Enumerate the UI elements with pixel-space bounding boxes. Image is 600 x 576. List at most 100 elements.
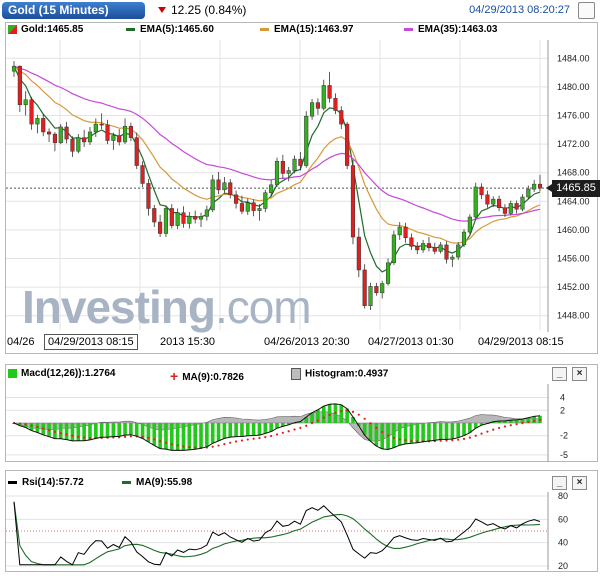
candle-body bbox=[234, 194, 239, 204]
legend-gold: Gold:1465.85 bbox=[8, 24, 83, 35]
legend-ema35: EMA(35):1463.03 bbox=[404, 24, 497, 35]
candle-body bbox=[23, 99, 28, 106]
signal-dot bbox=[410, 439, 413, 443]
rsi-swatch-icon bbox=[8, 480, 17, 484]
macd-bar bbox=[222, 423, 227, 439]
signal-dot bbox=[404, 439, 407, 442]
macd-bar bbox=[199, 423, 203, 449]
y-tick-label: 2 bbox=[560, 405, 565, 415]
legend-macd: Macd(12,26)):1.2764 bbox=[8, 368, 116, 379]
legend-macd-hist: Histogram:0.4937 bbox=[291, 368, 388, 380]
y-tick-label: 1484.00 bbox=[557, 53, 590, 63]
legend-macd-text: Macd(12,26)):1.2764 bbox=[21, 368, 116, 379]
candle-body bbox=[491, 198, 496, 205]
signal-dot bbox=[18, 422, 21, 425]
macd-bar bbox=[193, 423, 197, 450]
candle-body bbox=[99, 123, 104, 126]
candle-body bbox=[409, 237, 414, 247]
signal-dot bbox=[223, 443, 226, 446]
candle-body bbox=[64, 126, 69, 140]
candle-body bbox=[532, 183, 537, 190]
macd-histogram-swatch-icon bbox=[8, 368, 17, 378]
macd-bar bbox=[456, 423, 460, 438]
macd-bar bbox=[169, 423, 174, 451]
macd-bar bbox=[438, 423, 443, 440]
macd-bar bbox=[70, 423, 75, 441]
signal-dot bbox=[234, 440, 238, 443]
signal-dot bbox=[386, 434, 390, 437]
candle-body bbox=[269, 184, 274, 193]
candle-body bbox=[181, 212, 186, 224]
y-tick-label: 1460.00 bbox=[557, 225, 590, 235]
macd-bar bbox=[392, 423, 396, 448]
candle-body bbox=[210, 179, 215, 211]
signal-dot bbox=[246, 438, 249, 441]
signal-dot bbox=[340, 410, 343, 413]
candle-body bbox=[274, 161, 280, 186]
candle-body bbox=[298, 158, 303, 166]
x-axis-label: 04/29/2013 08:15 bbox=[478, 336, 564, 348]
signal-dot bbox=[30, 424, 33, 427]
current-price-tag: 1465.85 bbox=[546, 180, 600, 197]
candle-body bbox=[286, 170, 291, 174]
x-axis-label: 04/26/2013 20:30 bbox=[264, 336, 350, 348]
macd-bar bbox=[257, 423, 262, 436]
signal-dot bbox=[240, 439, 244, 442]
macd-bar bbox=[111, 423, 116, 437]
signal-dot bbox=[217, 444, 220, 447]
y-tick-label: 80 bbox=[558, 491, 568, 501]
y-tick-label: 1476.00 bbox=[557, 111, 590, 121]
candle-body bbox=[117, 135, 122, 143]
rsi-minimize-button[interactable]: _ bbox=[552, 476, 567, 490]
macd-bar bbox=[263, 423, 268, 434]
macd-bar bbox=[421, 423, 425, 442]
signal-dot bbox=[281, 431, 284, 434]
candle-body bbox=[128, 125, 133, 138]
candle-body bbox=[385, 262, 391, 284]
candle-body bbox=[175, 212, 180, 226]
macd-bar bbox=[187, 423, 192, 450]
signal-dot bbox=[293, 428, 296, 431]
candle-body bbox=[251, 202, 256, 211]
ema35-swatch-icon bbox=[404, 27, 413, 31]
legend-gold-text: Gold:1465.85 bbox=[21, 24, 84, 35]
macd-close-button[interactable]: × bbox=[572, 367, 587, 381]
candle-body bbox=[87, 131, 93, 143]
rsi-close-button[interactable]: × bbox=[572, 476, 587, 490]
candle-body bbox=[82, 137, 87, 143]
signal-dot bbox=[328, 413, 331, 417]
candle-body bbox=[321, 85, 326, 109]
signal-dot bbox=[503, 425, 507, 428]
candle-body bbox=[17, 65, 22, 106]
signal-dot bbox=[129, 435, 132, 438]
signal-dot bbox=[53, 430, 57, 433]
macd-bar bbox=[397, 423, 402, 446]
candle-body bbox=[52, 133, 57, 143]
candle-body bbox=[304, 115, 309, 166]
rsi-ma-swatch-icon bbox=[122, 480, 131, 484]
signal-dot bbox=[71, 434, 74, 437]
macd-bar bbox=[123, 423, 127, 436]
macd-bar bbox=[374, 423, 379, 447]
signal-dot bbox=[65, 433, 68, 436]
candle-body bbox=[257, 208, 262, 211]
candle-body bbox=[421, 243, 426, 251]
candle-body bbox=[158, 221, 163, 234]
signal-dot bbox=[252, 437, 255, 440]
signal-dot bbox=[363, 417, 366, 420]
macd-minimize-button[interactable]: _ bbox=[552, 367, 567, 381]
candle-body bbox=[327, 85, 332, 99]
candle-body bbox=[169, 208, 174, 226]
candle-body bbox=[310, 102, 315, 117]
signal-dot bbox=[497, 426, 501, 430]
y-tick-label: 1480.00 bbox=[557, 82, 590, 92]
macd-bar bbox=[245, 423, 250, 436]
candle-body bbox=[187, 216, 192, 224]
gold-candle-icon bbox=[8, 24, 17, 34]
candle-body bbox=[41, 118, 46, 133]
macd-bar bbox=[64, 423, 69, 440]
y-tick-label: 4 bbox=[560, 393, 565, 403]
candle-body bbox=[350, 165, 356, 238]
candle-body bbox=[146, 183, 151, 209]
legend-ema35-text: EMA(35):1463.03 bbox=[418, 24, 498, 35]
